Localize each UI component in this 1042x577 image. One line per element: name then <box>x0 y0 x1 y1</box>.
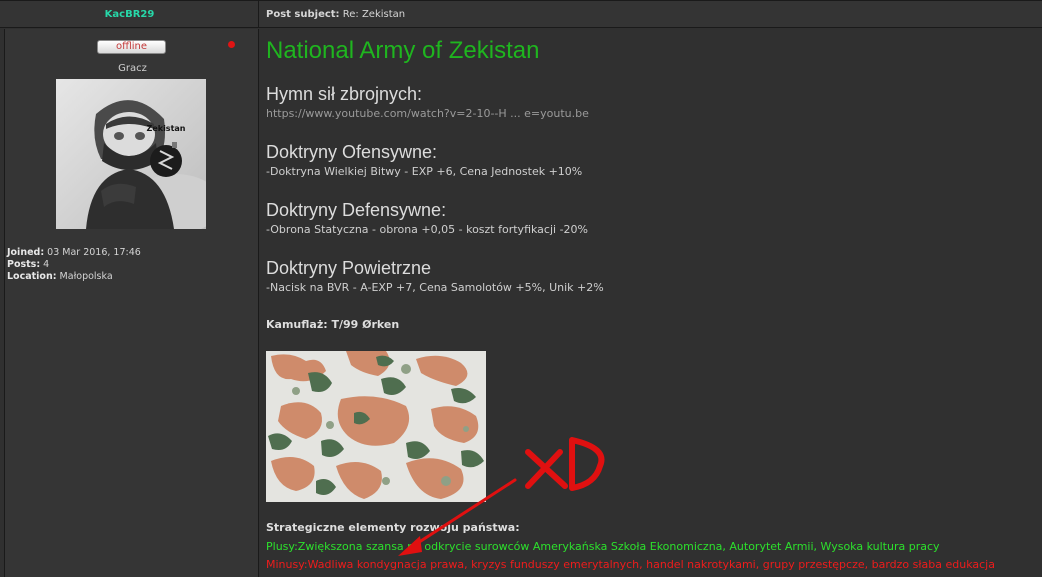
offensive-text: -Doktryna Wielkiej Bitwy - EXP +6, Cena … <box>266 165 583 178</box>
camo-label: Kamuflaż: T/99 Ørken <box>266 318 400 331</box>
profile-posts-row: Posts: 4 <box>7 259 50 270</box>
status-badge: offline <box>97 40 166 54</box>
profile-details: Joined: 03 Mar 2016, 17:46 Posts: 4 Loca… <box>7 247 141 283</box>
avatar-label: Zekistan <box>147 124 186 133</box>
post-header-bar: KacBR29 Post subject: Re: Zekistan <box>0 0 1042 28</box>
post-body: National Army of Zekistan Hymn sił zbroj… <box>260 29 1042 577</box>
profile-joined-row: Joined: 03 Mar 2016, 17:46 <box>7 247 141 258</box>
defensive-heading: Doktryny Defensywne: <box>266 200 447 220</box>
post-subject-value: Re: Zekistan <box>342 9 406 20</box>
defensive-text: -Obrona Statyczna - obrona +0,05 - koszt… <box>266 223 588 236</box>
air-heading: Doktryny Powietrzne <box>266 258 432 278</box>
cons-list: Minusy:Wadliwa kondygnacja prawa, kryzys… <box>266 558 995 571</box>
avatar[interactable]: Zekistan <box>56 79 206 229</box>
anthem-heading: Hymn sił zbrojnych: <box>266 84 423 104</box>
profile-location-row: Location: Małopolska <box>7 271 113 282</box>
post-subject-label: Post subject: <box>266 9 340 20</box>
post-count-link[interactable]: 4 <box>43 259 49 270</box>
post-title: National Army of Zekistan <box>266 37 540 64</box>
author-cell: KacBR29 <box>0 1 259 28</box>
author-name-link[interactable]: KacBR29 <box>0 9 259 20</box>
location-value: Małopolska <box>59 271 113 282</box>
post-subject: Post subject: Re: Zekistan <box>266 9 405 20</box>
offline-dot-icon <box>228 41 235 48</box>
author-profile-panel: offline Gracz Zekistan Joined: 03 Mar 20… <box>4 29 259 577</box>
offensive-heading: Doktryny Ofensywne: <box>266 142 438 162</box>
pros-list: Plusy:Zwiększona szansa na odkrycie suro… <box>266 540 940 553</box>
strategic-heading: Strategiczne elementy rozwoju państwa: <box>266 521 520 534</box>
air-text: -Nacisk na BVR - A-EXP +7, Cena Samolotó… <box>266 281 604 294</box>
anthem-link[interactable]: https://www.youtube.com/watch?v=2-10--H … <box>266 107 589 120</box>
camouflage-pattern-image <box>266 351 486 502</box>
joined-date: 03 Mar 2016, 17:46 <box>47 247 141 258</box>
user-rank: Gracz <box>118 63 147 74</box>
